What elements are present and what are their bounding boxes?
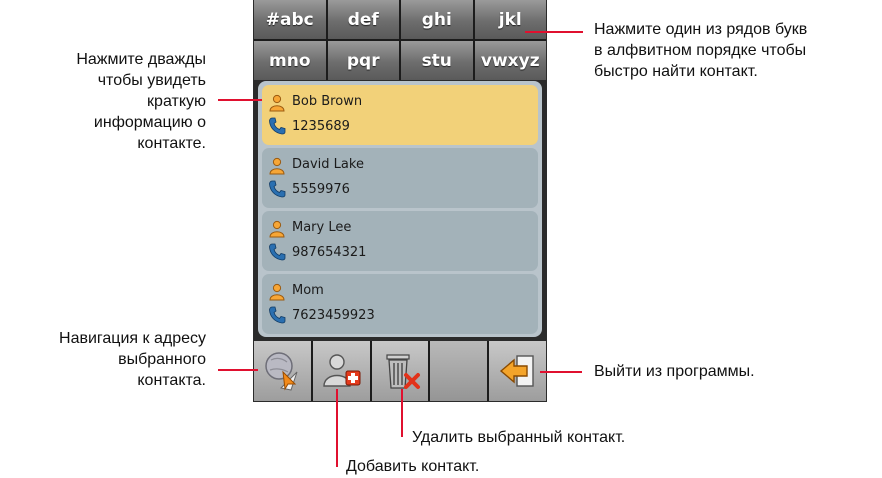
contact-phone: 987654321 <box>292 245 367 260</box>
contact-row[interactable]: Mom 7623459923 <box>262 274 538 334</box>
callout-add-hint: Добавить контакт. <box>346 458 480 475</box>
empty-toolbar-slot <box>430 341 488 401</box>
callout-double-tap-hint: Нажмите дважды чтобы увидеть краткую инф… <box>0 49 206 154</box>
navigate-button[interactable] <box>254 341 311 401</box>
exit-button[interactable] <box>489 341 546 401</box>
callout-text: Нажмите дважды <box>76 51 206 68</box>
contact-name: Bob Brown <box>292 94 363 109</box>
contacts-app-screen: #abc def ghi jkl mno pqr stu vwxyz Bob B… <box>253 0 547 402</box>
phone-icon <box>268 306 286 324</box>
callout-alphabet-hint: Нажмите один из рядов букв в алфвитном п… <box>594 19 807 82</box>
callout-navigate-hint: Навигация к адресу выбранного контакта. <box>0 328 206 391</box>
person-icon <box>268 283 286 301</box>
map-navigation-icon <box>265 352 298 391</box>
callout-delete-hint: Удалить выбранный контакт. <box>412 429 626 446</box>
alpha-button-vwxyz[interactable]: vwxyz <box>474 41 546 80</box>
contact-name: David Lake <box>292 157 364 172</box>
alpha-button-def[interactable]: def <box>327 0 399 39</box>
alpha-button-ghi[interactable]: ghi <box>401 0 473 39</box>
callout-text: контакте. <box>137 135 206 152</box>
person-icon <box>268 157 286 175</box>
callout-text: информацию о <box>93 114 206 131</box>
callout-text: Нажмите один из рядов букв <box>594 21 808 38</box>
bottom-toolbar <box>254 341 546 401</box>
callout-text: чтобы увидеть <box>97 72 206 89</box>
contact-phone: 1235689 <box>292 119 350 134</box>
contact-name: Mary Lee <box>292 220 352 235</box>
callout-text: выбранного <box>118 351 206 368</box>
callout-text: быстро найти контакт. <box>594 63 758 80</box>
alpha-button-mno[interactable]: mno <box>254 41 326 80</box>
callout-line-alphabet <box>525 31 583 33</box>
callout-line-double-tap <box>218 99 262 101</box>
callout-line-exit <box>540 371 582 373</box>
callout-exit-hint: Выйти из программы. <box>594 363 755 380</box>
callout-text: контакта. <box>137 372 206 389</box>
contact-row[interactable]: Bob Brown 1235689 <box>262 85 538 145</box>
contact-row[interactable]: David Lake 5559976 <box>262 148 538 208</box>
callout-line-delete <box>401 389 403 437</box>
trash-delete-icon <box>386 354 420 389</box>
contact-list: Bob Brown 1235689 David Lake 5559976 Mar… <box>258 81 542 337</box>
callout-line-navigate <box>218 369 258 371</box>
delete-contact-button[interactable] <box>371 341 429 401</box>
phone-icon <box>268 117 286 135</box>
person-icon <box>268 220 286 238</box>
alpha-button-pqr[interactable]: pqr <box>327 41 399 80</box>
add-contact-icon <box>323 354 361 387</box>
contact-phone: 5559976 <box>292 182 350 197</box>
person-icon <box>268 94 286 112</box>
contact-name: Mom <box>292 283 324 298</box>
phone-icon <box>268 243 286 261</box>
contact-phone: 7623459923 <box>292 308 375 323</box>
alpha-button-abc[interactable]: #abc <box>254 0 326 39</box>
callout-line-add <box>336 389 338 467</box>
alphabet-index-bar: #abc def ghi jkl mno pqr stu vwxyz <box>254 0 546 80</box>
callout-text: в алфвитном порядке чтобы <box>594 42 807 59</box>
add-contact-button[interactable] <box>312 341 370 401</box>
phone-icon <box>268 180 286 198</box>
exit-arrow-icon <box>499 355 534 387</box>
callout-text: Навигация к адресу <box>59 330 206 347</box>
callout-text: краткую <box>147 93 206 110</box>
contact-row[interactable]: Mary Lee 987654321 <box>262 211 538 271</box>
alpha-button-stu[interactable]: stu <box>401 41 473 80</box>
alpha-button-jkl[interactable]: jkl <box>474 0 546 39</box>
